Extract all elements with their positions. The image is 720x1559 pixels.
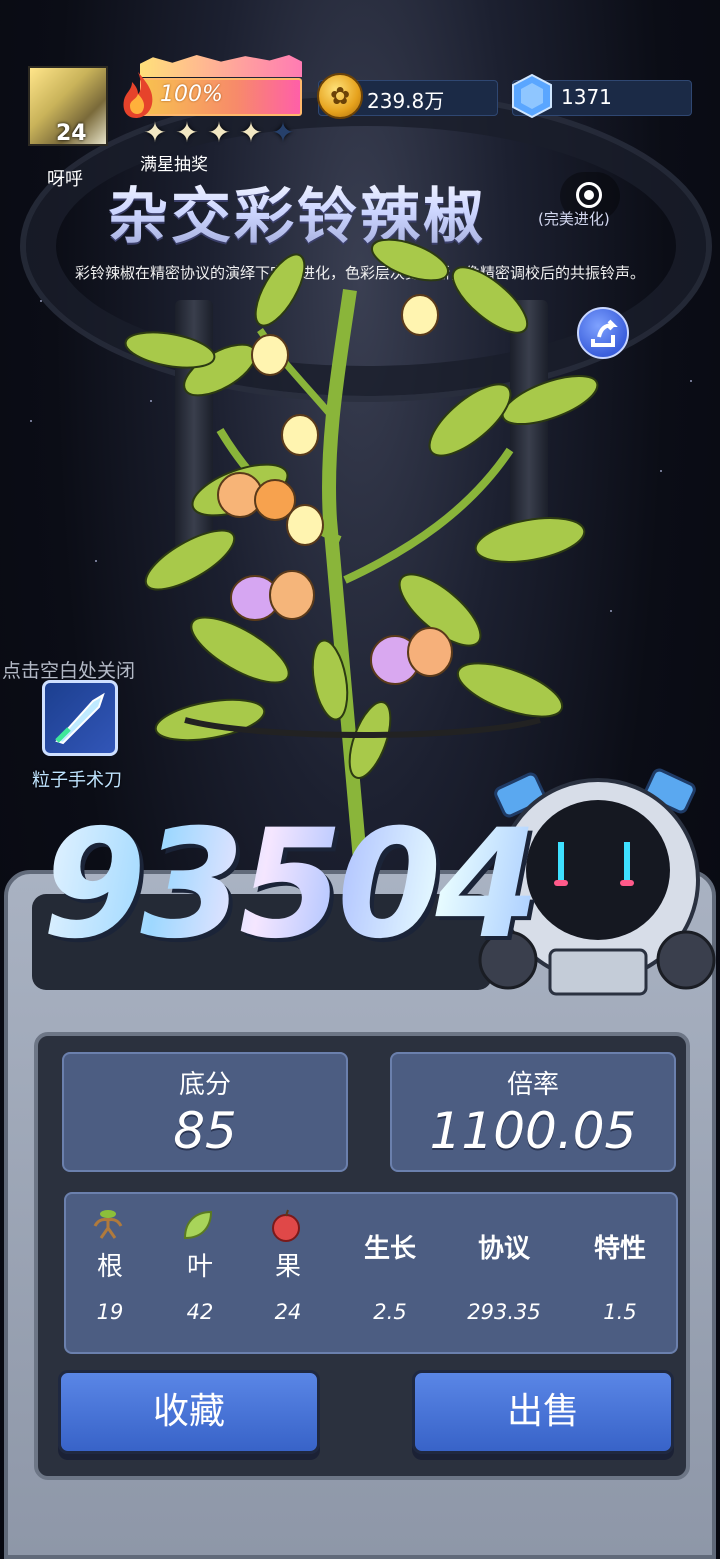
stats-table: 根 叶 果 生长 协议 特性 19 42 24 2.5 293.35 1.5 [64, 1192, 678, 1354]
base-score-card: 底分 85 [62, 1052, 348, 1172]
star-icon: ✦ [207, 116, 231, 149]
player-name: 呀呼 [47, 169, 83, 190]
gem-counter[interactable]: 1371 [512, 73, 692, 119]
avatar[interactable]: 24 [28, 66, 108, 146]
stat-leaf-value: 42 [186, 1300, 214, 1324]
gem-value: 1371 [561, 85, 612, 109]
stat-root-value: 19 [96, 1300, 124, 1324]
leaf-icon [183, 1210, 213, 1240]
scalpel-icon[interactable] [42, 680, 118, 756]
stat-root-label: 根 [96, 1252, 123, 1282]
flame-icon [123, 72, 153, 118]
root-icon [93, 1210, 123, 1239]
close-hint: 点击空白处关闭 [2, 660, 136, 682]
result-panel-inner: 底分 85 倍率 1100.05 根 叶 果 生长 协议 特性 19 42 24… [34, 1032, 690, 1480]
tool-label: 粒子手术刀 [32, 770, 122, 791]
total-score: 93504 [42, 798, 540, 972]
stat-leaf-label: 叶 [186, 1252, 213, 1282]
stat-growth-label: 生长 [363, 1234, 416, 1264]
base-score-label: 底分 [178, 1070, 231, 1100]
multiplier-value: 1100.05 [429, 1102, 637, 1160]
multiplier-label: 倍率 [506, 1070, 559, 1100]
apple-icon [272, 1209, 300, 1242]
star-icon: ✦ [175, 116, 199, 149]
sell-button[interactable]: 出售 [412, 1370, 674, 1454]
player-level: 24 [56, 121, 87, 146]
star-rating: ✦ ✦ ✦ ✦ ✦ [140, 118, 298, 148]
stat-protocol-value: 293.35 [467, 1300, 541, 1324]
coin-counter[interactable]: ✿ 239.8万 [317, 73, 498, 119]
stat-trait-value: 1.5 [603, 1300, 637, 1324]
stat-fruit-value: 24 [274, 1300, 302, 1324]
star-icon: ✦ [239, 116, 263, 149]
coin-value: 239.8万 [367, 89, 445, 113]
star-icon: ✦ [143, 116, 167, 149]
coin-icon: ✿ [317, 73, 363, 119]
star-empty-icon: ✦ [271, 116, 295, 149]
multiplier-card: 倍率 1100.05 [390, 1052, 676, 1172]
base-score-value: 85 [173, 1102, 237, 1160]
stat-protocol-label: 协议 [477, 1234, 530, 1264]
collect-button[interactable]: 收藏 [58, 1370, 320, 1454]
power-percent: 100% [160, 82, 223, 107]
stat-fruit-label: 果 [274, 1252, 301, 1282]
gem-icon [512, 73, 552, 119]
stat-growth-value: 2.5 [373, 1300, 407, 1324]
stat-trait-label: 特性 [593, 1234, 646, 1264]
